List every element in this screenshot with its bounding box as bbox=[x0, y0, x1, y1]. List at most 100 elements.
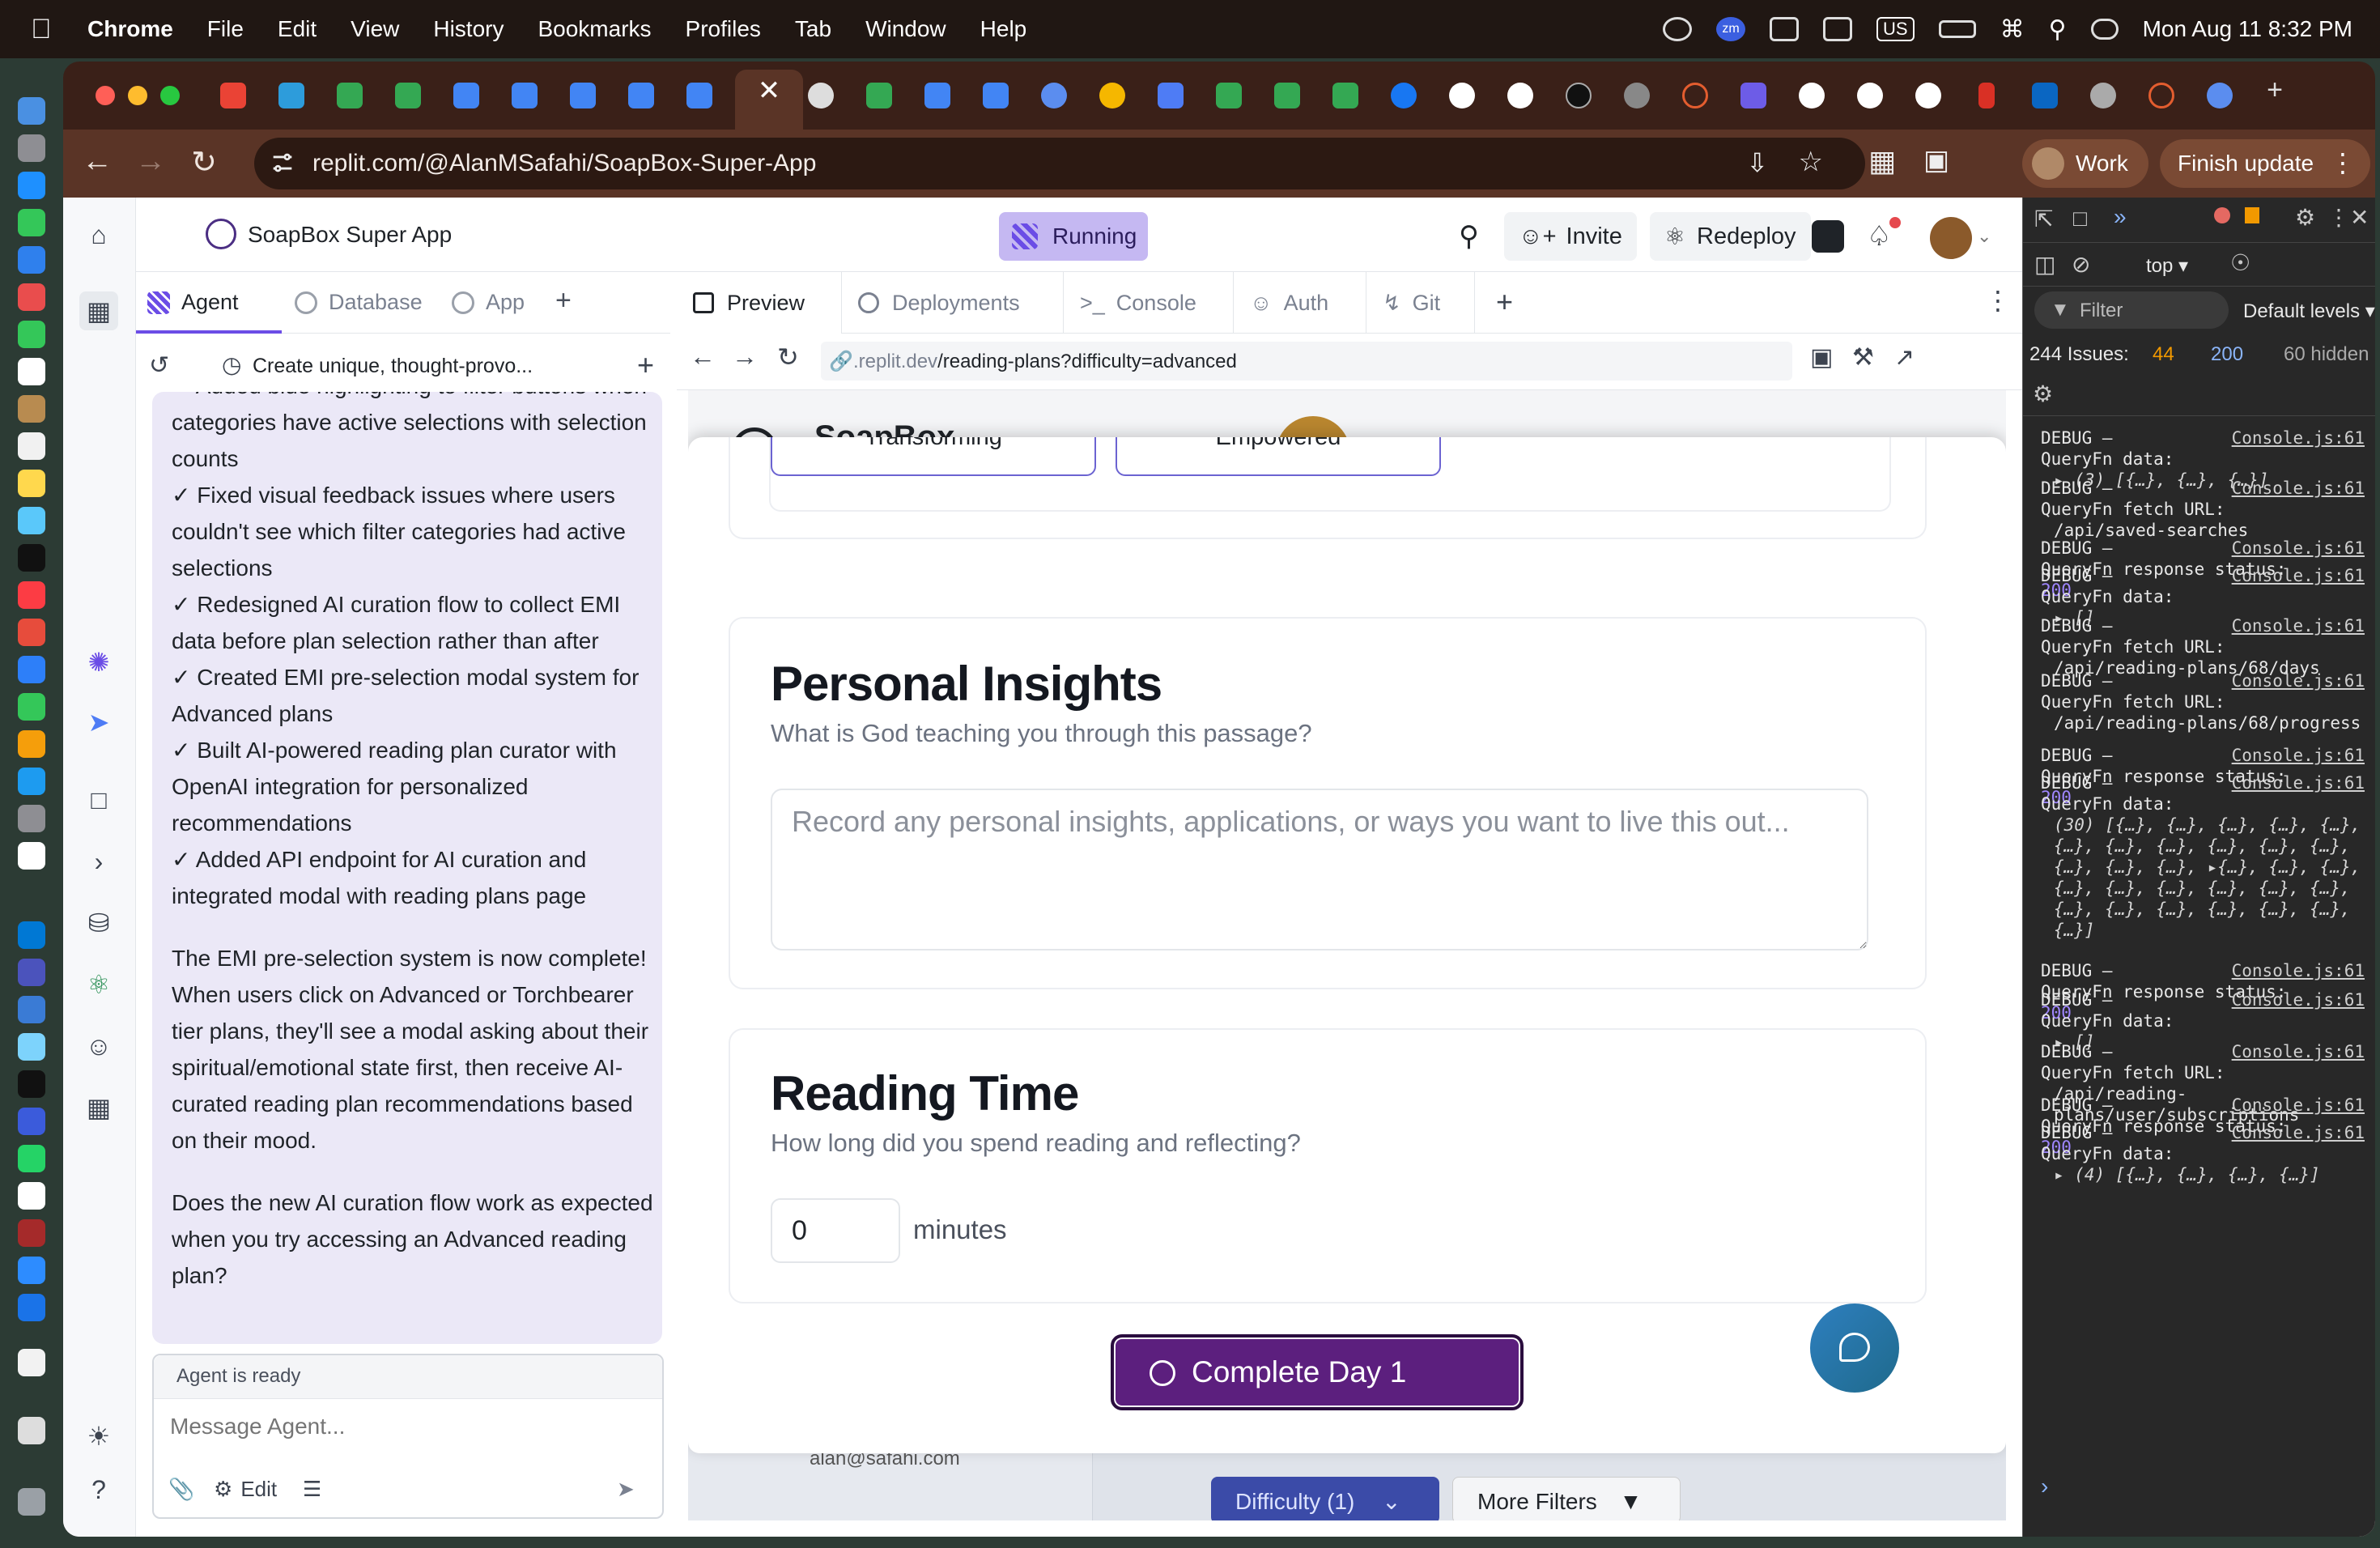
preview-dock-icon[interactable] bbox=[18, 1033, 45, 1061]
messages-dock-icon[interactable] bbox=[18, 209, 45, 236]
tab-git[interactable]: ↯ Git bbox=[1366, 272, 1475, 334]
add-tab-icon[interactable]: + bbox=[555, 285, 572, 317]
thread-title[interactable]: Create unique, thought-provo... bbox=[253, 355, 533, 378]
device-toolbar-icon[interactable]: □ bbox=[2073, 206, 2087, 232]
add-pane-tab-icon[interactable]: + bbox=[1496, 285, 1513, 319]
site-settings-icon[interactable] bbox=[269, 149, 296, 176]
history-icon[interactable]: ↺ bbox=[149, 351, 169, 380]
log-source-link[interactable]: Console.js:61 bbox=[2232, 1041, 2365, 1062]
docs-tab-icon-2[interactable] bbox=[512, 83, 538, 108]
home-icon[interactable]: ⌂ bbox=[79, 215, 118, 254]
search-icon[interactable]: ⚲ bbox=[1459, 212, 1479, 261]
menu-help[interactable]: Help bbox=[980, 16, 1027, 42]
account-chevron-icon[interactable]: ⌄ bbox=[1977, 212, 1991, 261]
google-tab-icon-4[interactable] bbox=[1915, 83, 1941, 108]
bookmark-star-icon[interactable]: ☆ bbox=[1799, 146, 1823, 178]
log-source-link[interactable]: Console.js:61 bbox=[2232, 427, 2365, 449]
log-detail[interactable]: ▸ (4) [{…}, {…}, {…}, {…}] bbox=[2041, 1164, 2365, 1185]
docs-tab-icon-6[interactable] bbox=[924, 83, 950, 108]
tab-icon-purple[interactable] bbox=[1740, 83, 1766, 108]
outlook-status-icon[interactable] bbox=[1770, 17, 1800, 41]
notes-dock-icon[interactable] bbox=[18, 470, 45, 497]
safari-dock-icon[interactable] bbox=[18, 172, 45, 199]
control-center-icon[interactable] bbox=[2090, 19, 2119, 40]
sheets-tab-icon-3[interactable] bbox=[866, 83, 892, 108]
google-tab-icon-3[interactable] bbox=[1857, 83, 1883, 108]
apps-grid-icon[interactable]: ▦ bbox=[79, 1088, 118, 1127]
log-source-link[interactable]: Console.js:61 bbox=[2232, 772, 2365, 793]
tab-icon-globe[interactable] bbox=[1041, 83, 1067, 108]
openai-tab-icon[interactable] bbox=[808, 83, 834, 108]
message-agent-input[interactable] bbox=[170, 1414, 648, 1440]
spotlight-search-icon[interactable]: ⚲ bbox=[2049, 15, 2067, 44]
workspace-icon[interactable]: ▦ bbox=[79, 291, 118, 330]
photos-dock-icon[interactable] bbox=[18, 283, 45, 311]
sidebar-toggle-icon[interactable]: ◫ bbox=[2034, 251, 2055, 278]
app-menu-chrome[interactable]: Chrome bbox=[87, 16, 173, 42]
google-tab-icon[interactable] bbox=[1507, 83, 1533, 108]
wifi-icon[interactable]: ⌘ bbox=[2000, 15, 2025, 44]
notifications-bell-icon[interactable]: ♤ bbox=[1867, 212, 1891, 261]
remote-desktop-dock-icon[interactable] bbox=[18, 996, 45, 1023]
tab-search-icon[interactable]: ▣ bbox=[1923, 144, 1949, 176]
whatsapp-dock-icon[interactable] bbox=[18, 1145, 45, 1172]
sheets-tab-icon[interactable] bbox=[337, 83, 363, 108]
log-source-link[interactable]: Console.js:61 bbox=[2232, 538, 2365, 559]
docs-tab-icon-3[interactable] bbox=[570, 83, 596, 108]
calendar-dock-icon[interactable] bbox=[18, 358, 45, 385]
minutes-input[interactable] bbox=[771, 1198, 900, 1263]
close-devtools-icon[interactable]: ✕ bbox=[2350, 204, 2369, 231]
profile-button[interactable]: Work bbox=[2022, 139, 2148, 188]
devtools-menu-icon[interactable]: ⋮ bbox=[2327, 204, 2350, 231]
inspect-element-icon[interactable]: ⇱ bbox=[2034, 206, 2053, 232]
menu-tab[interactable]: Tab bbox=[795, 16, 831, 42]
numbers-dock-icon[interactable] bbox=[18, 693, 45, 721]
menubar-clock[interactable]: Mon Aug 11 8:32 PM bbox=[2143, 16, 2352, 42]
chrome-alt-dock-icon[interactable] bbox=[18, 1182, 45, 1210]
log-detail[interactable]: /api/reading-plans/68/progress bbox=[2041, 712, 2365, 734]
edit-mode-button[interactable]: ⚙ Edit bbox=[214, 1477, 277, 1502]
terminal-dock-icon[interactable] bbox=[18, 1070, 45, 1098]
reload-icon[interactable]: ↻ bbox=[185, 144, 223, 181]
chat-support-button[interactable] bbox=[1810, 1303, 1899, 1393]
live-expression-eye-icon[interactable]: ☉ bbox=[2230, 249, 2250, 276]
address-bar[interactable]: replit.com/@AlanMSafahi/SoapBox-Super-Ap… bbox=[254, 138, 1865, 189]
signal-dock-icon[interactable] bbox=[18, 1108, 45, 1135]
settings-sliders-icon[interactable]: ☰ bbox=[303, 1477, 321, 1502]
news-dock-icon[interactable] bbox=[18, 619, 45, 646]
tab-agent[interactable]: Agent bbox=[147, 290, 239, 315]
sheets-tab-icon-6[interactable] bbox=[1332, 83, 1358, 108]
devtools-settings-icon[interactable]: ⚙ bbox=[2295, 204, 2315, 231]
tab-icon-sun[interactable] bbox=[2148, 83, 2174, 108]
finish-update-button[interactable]: Finish update ⋮ bbox=[2160, 139, 2370, 188]
downloads-dock-icon[interactable] bbox=[18, 1417, 45, 1444]
preview-reload-icon[interactable]: ↻ bbox=[777, 342, 799, 372]
extensions-icon[interactable]: ▦ bbox=[1868, 144, 1896, 178]
maps-dock-icon[interactable] bbox=[18, 507, 45, 534]
menu-bookmarks[interactable]: Bookmarks bbox=[538, 16, 651, 42]
menu-profiles[interactable]: Profiles bbox=[686, 16, 761, 42]
help-icon[interactable]: ? bbox=[79, 1470, 118, 1509]
console-log-entry[interactable]: DEBUG – Console.js:61 QueryFn data: ▸ (4) [… bbox=[2041, 1122, 2365, 1185]
log-source-link[interactable]: Console.js:61 bbox=[2232, 615, 2365, 636]
error-count-icon[interactable] bbox=[2214, 207, 2230, 223]
issues-warn-count[interactable]: 44 bbox=[2153, 343, 2174, 366]
complete-day-button[interactable]: Complete Day 1 bbox=[1111, 1334, 1524, 1410]
redeploy-button[interactable]: ⚛ Redeploy bbox=[1650, 212, 1811, 261]
chrome-dock-icon[interactable] bbox=[18, 842, 45, 870]
open-new-window-icon[interactable]: ↗ bbox=[1894, 343, 1915, 372]
battery-icon[interactable] bbox=[1938, 20, 1976, 38]
back-icon[interactable]: ← bbox=[78, 144, 117, 179]
menu-history[interactable]: History bbox=[433, 16, 504, 42]
log-levels-dropdown[interactable]: Default levels ▾ bbox=[2243, 300, 2375, 323]
menu-view[interactable]: View bbox=[351, 16, 399, 42]
more-filters-button[interactable]: More Filters ▼ bbox=[1452, 1477, 1681, 1520]
install-app-icon[interactable]: ⇩ bbox=[1746, 147, 1768, 178]
facetime-dock-icon[interactable] bbox=[18, 321, 45, 348]
tv-dock-icon[interactable] bbox=[18, 544, 45, 572]
more-panels-icon[interactable]: » bbox=[2114, 204, 2127, 230]
agent-rail-icon[interactable]: ✺ bbox=[79, 643, 118, 682]
reminders-dock-icon[interactable] bbox=[18, 432, 45, 460]
console-log-entry[interactable]: DEBUG – Console.js:61 QueryFn fetch URL:/a… bbox=[2041, 670, 2365, 734]
minimize-window-button[interactable] bbox=[128, 86, 147, 105]
